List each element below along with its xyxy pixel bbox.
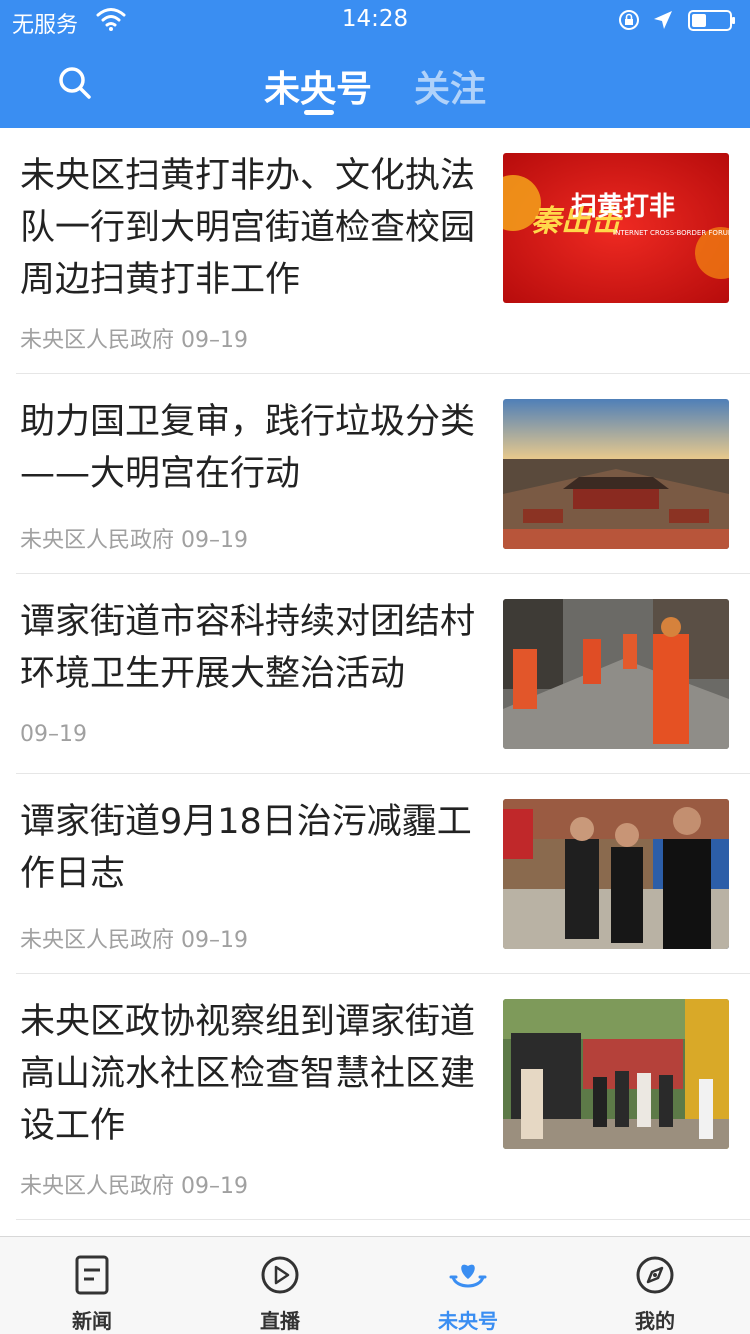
active-tab-indicator [304, 110, 334, 115]
thumb-subcaption: INTERNET CROSS-BORDER FORUM [613, 229, 729, 237]
item-thumbnail [503, 799, 729, 949]
list-item[interactable]: 助力国卫复审，践行垃圾分类——大明宫在行动 未央区人民政府 09–19 [0, 374, 750, 574]
tab-live[interactable]: 直播 [220, 1237, 340, 1334]
item-meta: 未央区人民政府 09–19 [20, 1168, 248, 1200]
item-meta: 未央区人民政府 09–19 [20, 522, 248, 554]
item-source: 未央区人民政府 [20, 928, 175, 953]
item-meta: 未央区人民政府 09–19 [20, 922, 248, 954]
news-icon [75, 1255, 109, 1295]
item-thumbnail [503, 599, 729, 749]
bottom-tab-bar: 新闻 直播 未央号 我的 [0, 1236, 750, 1334]
tab-label: 直播 [260, 1309, 300, 1333]
battery-icon [688, 10, 735, 31]
tab-label: 未央号 [438, 1309, 498, 1333]
tab-news[interactable]: 新闻 [32, 1237, 152, 1334]
item-source: 未央区人民政府 [20, 1174, 175, 1199]
weiyang-heart-icon [449, 1264, 487, 1288]
item-title: 助力国卫复审，践行垃圾分类——大明宫在行动 [20, 402, 476, 494]
tab-label: 新闻 [72, 1309, 112, 1333]
tab-follow[interactable]: 关注 [414, 60, 486, 112]
item-thumbnail [503, 999, 729, 1149]
item-meta: 09–19 [20, 722, 87, 747]
divider [16, 1219, 750, 1220]
tab-label: 我的 [635, 1309, 675, 1333]
item-date: 09–19 [181, 928, 249, 953]
thumb-caption: 扫黄打非 [571, 192, 675, 222]
item-thumbnail: 秦出击 扫黄打非 INTERNET CROSS-BORDER FORUM [503, 153, 729, 303]
list-item[interactable]: 谭家街道9月18日治污减霾工作日志 未央区人民政府 09–19 [0, 774, 750, 974]
item-date: 09–19 [181, 328, 249, 353]
tab-weiyang-active[interactable]: 未央号 [408, 1237, 528, 1334]
item-source: 未央区人民政府 [20, 328, 175, 353]
top-header: 无服务 14:28 未央号 关注 [0, 0, 750, 128]
compass-icon [636, 1256, 674, 1294]
item-title: 谭家街道市容科持续对团结村环境卫生开展大整治活动 [20, 602, 476, 694]
tab-mine[interactable]: 我的 [595, 1237, 715, 1334]
item-date: 09–19 [20, 722, 87, 747]
list-item[interactable]: 谭家街道市容科持续对团结村环境卫生开展大整治活动 09–19 [0, 574, 750, 774]
item-source: 未央区人民政府 [20, 528, 175, 553]
news-feed[interactable]: 未央区扫黄打非办、文化执法队一行到大明宫街道检查校园周边扫黄打非工作 未央区人民… [0, 128, 750, 1236]
item-date: 09–19 [181, 528, 249, 553]
location-arrow-icon [654, 11, 672, 29]
live-play-icon [261, 1256, 299, 1294]
item-date: 09–19 [181, 1174, 249, 1199]
item-title: 谭家街道9月18日治污减霾工作日志 [20, 802, 472, 894]
item-meta: 未央区人民政府 09–19 [20, 322, 248, 354]
status-bar: 无服务 14:28 [0, 0, 750, 40]
rotation-lock-icon [619, 10, 639, 30]
search-icon[interactable] [56, 64, 94, 102]
item-title: 未央区政协视察组到谭家街道高山流水社区检查智慧社区建设工作 [20, 1002, 476, 1146]
tab-weiyang[interactable]: 未央号 [264, 60, 372, 112]
list-item[interactable]: 未央区扫黄打非办、文化执法队一行到大明宫街道检查校园周边扫黄打非工作 未央区人民… [0, 128, 750, 374]
item-title: 未央区扫黄打非办、文化执法队一行到大明宫街道检查校园周边扫黄打非工作 [20, 156, 476, 300]
list-item[interactable]: 未央区政协视察组到谭家街道高山流水社区检查智慧社区建设工作 未央区人民政府 09… [0, 974, 750, 1220]
item-thumbnail [503, 399, 729, 549]
